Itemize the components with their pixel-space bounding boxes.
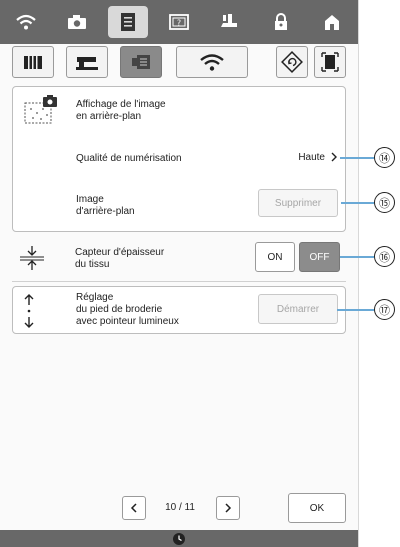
scan-quality-selector[interactable]: Haute [298,151,339,163]
tab-camera[interactable] [57,6,97,38]
category-network[interactable] [176,46,248,78]
tab-home[interactable] [312,6,352,38]
up-down-arrow-icon [24,294,34,328]
scan-quality-label: Qualité de numérisation [76,153,182,164]
screen-fit-button[interactable] [314,46,346,78]
lock-icon [275,13,288,30]
camera-icon [67,15,86,29]
tab-lock[interactable] [261,6,301,38]
chevron-right-icon [225,503,232,513]
background-image-panel: Affichage de l'image en arrière-plan Qua… [12,86,346,232]
sewing-foot-icon [221,14,238,27]
sewing-machine-icon [76,57,98,70]
callout-line-14 [340,157,374,159]
home-icon [325,15,340,30]
wifi-icon [200,54,224,71]
callout-17: ⑰ [374,299,395,320]
thickness-off-button[interactable]: OFF [299,242,340,272]
wifi-icon [15,14,36,30]
callout-14: ⑭ [374,147,395,168]
embroidery-machine-icon [132,55,150,69]
top-tab-bar: ? [0,0,358,44]
screen-fit-icon [321,52,339,72]
tab-wifi[interactable] [6,6,46,38]
reset-icon [281,51,303,73]
callout-line-16 [340,256,374,258]
book-icon [24,56,42,69]
background-image-title: Affichage de l'image en arrière-plan [76,99,166,122]
tab-settings-document[interactable] [107,6,148,38]
tab-presser-foot[interactable] [210,6,250,38]
fabric-thickness-label: Capteur d'épaisseur du tissu [75,247,165,270]
settings-screen: ? Affichage de l'image en arrière-plan Q… [0,0,359,547]
callout-line-15 [341,202,374,204]
clock-icon [173,532,185,545]
presser-foot-panel: Réglage du pied de broderie avec pointeu… [12,286,346,334]
background-image-icon [24,95,57,124]
start-button[interactable]: Démarrer [258,294,338,324]
previous-page-button[interactable] [122,496,146,520]
chevron-right-icon [331,152,337,162]
category-general[interactable] [12,46,54,78]
reset-button[interactable] [276,46,308,78]
scan-quality-value: Haute [298,151,325,163]
callout-line-17 [337,309,374,311]
presser-foot-label: Réglage du pied de broderie avec pointeu… [76,292,179,327]
fabric-thickness-icon [20,246,44,270]
section-divider [12,281,346,282]
next-page-button[interactable] [216,496,240,520]
thickness-on-button[interactable]: ON [255,242,295,272]
callout-16: ⑯ [374,246,395,267]
category-tab-row [0,46,358,80]
chevron-left-icon [130,503,137,513]
category-sewing[interactable] [66,46,108,78]
delete-background-button[interactable]: Supprimer [258,189,338,217]
status-bar [0,530,358,547]
document-icon [120,13,135,31]
page-indicator: 10 / 11 [165,502,195,513]
tab-help[interactable]: ? [159,6,199,38]
help-icon: ? [169,14,189,30]
ok-button[interactable]: OK [288,493,346,523]
svg-text:?: ? [177,19,181,28]
background-image-label: Image d'arrière-plan [76,194,135,217]
callout-15: ⑮ [374,192,395,213]
category-embroidery[interactable] [120,46,162,78]
